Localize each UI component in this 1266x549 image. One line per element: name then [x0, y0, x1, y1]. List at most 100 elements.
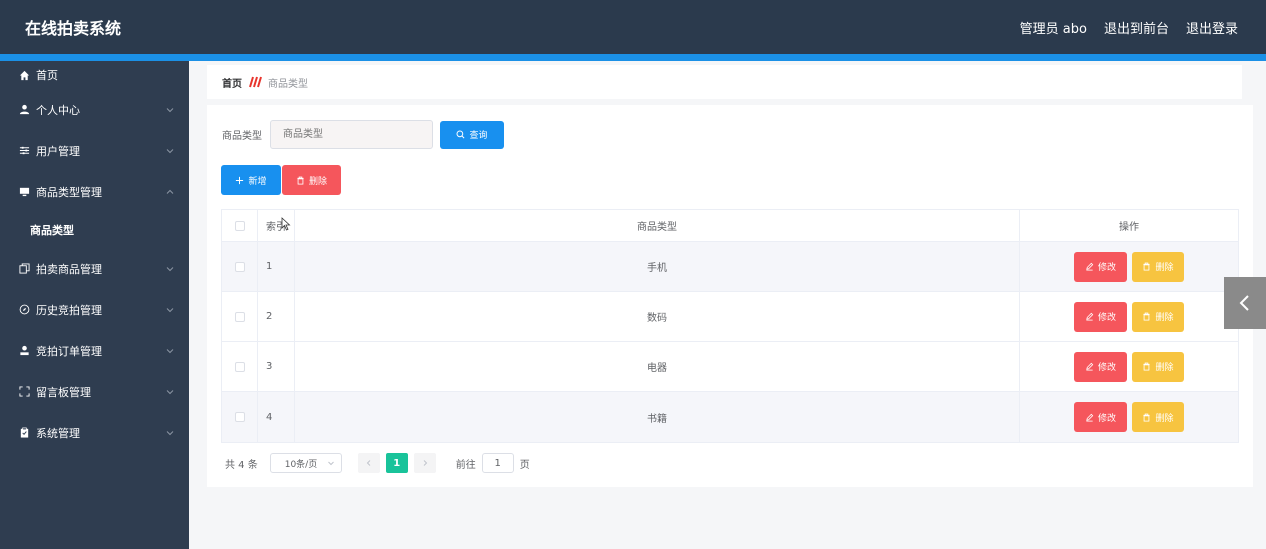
sidebar-item-auction-goods[interactable]: 拍卖商品管理: [0, 248, 189, 289]
row-delete-button[interactable]: 删除: [1132, 351, 1184, 382]
search-button[interactable]: 查询: [440, 120, 504, 149]
row-type: 手机: [295, 242, 1020, 291]
sidebar-item-label: 系统管理: [36, 426, 80, 440]
row-type: 书籍: [295, 392, 1020, 442]
row-index: 2: [258, 292, 295, 341]
breadcrumb-current: 商品类型: [268, 78, 308, 90]
row-checkbox[interactable]: [234, 361, 245, 372]
table-header: 索引 商品类型 操作: [222, 210, 1238, 242]
chevron-down-icon: [166, 430, 174, 435]
logout-link[interactable]: 退出登录: [1186, 18, 1238, 37]
next-page-button[interactable]: [413, 453, 436, 473]
chevron-down-icon: [327, 461, 334, 466]
user-icon: [18, 104, 30, 116]
sidebar-item-profile[interactable]: 个人中心: [0, 89, 189, 130]
prev-page-button[interactable]: [357, 453, 380, 473]
row-index: 4: [258, 392, 295, 442]
side-panel-toggle[interactable]: [1224, 277, 1266, 329]
edit-button[interactable]: 修改: [1074, 251, 1127, 282]
row-delete-button[interactable]: 删除: [1132, 402, 1184, 432]
edit-button[interactable]: 修改: [1074, 301, 1127, 332]
chevron-down-icon: [166, 148, 174, 153]
clipboard-icon: [18, 427, 30, 439]
admin-user-label: 管理员 abo: [1019, 21, 1087, 37]
header-accent-strip: [0, 54, 1266, 61]
top-bar: 在线拍卖系统 管理员 abo 退出到前台 退出登录: [0, 0, 1266, 54]
sidebar-item-label: 商品类型: [30, 224, 74, 237]
search-label: 商品类型: [222, 131, 262, 142]
row-checkbox[interactable]: [234, 261, 245, 272]
breadcrumb: 首页 商品类型: [207, 65, 1242, 99]
chevron-down-icon: [166, 389, 174, 394]
home-icon: [18, 69, 30, 81]
category-search-input[interactable]: [270, 120, 433, 149]
sidebar-item-system[interactable]: 系统管理: [0, 412, 189, 453]
sidebar-item-home[interactable]: 首页: [0, 61, 189, 89]
back-to-front-link[interactable]: 退出到前台: [1104, 18, 1169, 37]
chevron-up-icon: [166, 189, 174, 194]
add-button-label: 新增: [248, 176, 267, 187]
sidebar-item-label: 竞拍订单管理: [36, 344, 102, 358]
content-panel: 商品类型 查询 新增 删除 索引 商品类型 操作: [207, 105, 1253, 487]
trash-icon: [1143, 262, 1151, 271]
table-row: 3 电器 修改 删除: [222, 342, 1238, 392]
category-table: 索引 商品类型 操作 1 手机 修改 删除 2 数码 修改 删除 3 电器 修改…: [221, 209, 1239, 443]
chevron-down-icon: [166, 307, 174, 312]
page-unit-label: 页: [519, 459, 530, 471]
fullscreen-icon: [18, 386, 30, 398]
sidebar-item-category-mgmt[interactable]: 商品类型管理: [0, 171, 189, 212]
table-row: 4 书籍 修改 删除: [222, 392, 1238, 442]
header-ops: 操作: [1119, 222, 1139, 233]
sidebar-item-label: 首页: [36, 69, 58, 82]
sidebar-item-label: 留言板管理: [36, 385, 91, 399]
total-count: 共 4 条: [225, 459, 258, 471]
sidebar-item-label: 拍卖商品管理: [36, 262, 102, 276]
sidebar-item-guestbook[interactable]: 留言板管理: [0, 371, 189, 412]
goto-page-input[interactable]: [481, 453, 514, 473]
row-index: 1: [258, 242, 295, 291]
edit-button[interactable]: 修改: [1074, 402, 1127, 432]
row-index: 3: [258, 342, 295, 391]
person-icon: [18, 345, 30, 357]
row-checkbox[interactable]: [234, 311, 245, 322]
table-row: 1 手机 修改 删除: [222, 242, 1238, 292]
app-title: 在线拍卖系统: [25, 19, 122, 38]
copy-icon: [18, 263, 30, 275]
row-checkbox[interactable]: [234, 412, 245, 422]
select-all-checkbox[interactable]: [234, 220, 245, 231]
search-button-label: 查询: [469, 131, 488, 141]
edit-button[interactable]: 修改: [1074, 351, 1127, 382]
row-delete-button[interactable]: 删除: [1132, 251, 1184, 282]
page-number-current[interactable]: 1: [385, 453, 408, 473]
table-row: 2 数码 修改 删除: [222, 292, 1238, 342]
sidebar-item-history[interactable]: 历史竞拍管理: [0, 289, 189, 330]
sidebar-item-users[interactable]: 用户管理: [0, 130, 189, 171]
row-delete-button[interactable]: 删除: [1132, 301, 1184, 332]
search-icon: [456, 130, 465, 139]
trash-icon: [297, 176, 304, 185]
batch-delete-button[interactable]: 删除: [282, 165, 341, 195]
edit-icon: [1086, 413, 1094, 422]
breadcrumb-home[interactable]: 首页: [222, 75, 242, 90]
chevron-down-icon: [166, 348, 174, 353]
row-type: 数码: [295, 292, 1020, 341]
monitor-icon: [18, 186, 30, 198]
sidebar-item-label: 个人中心: [36, 103, 80, 117]
header-type: 商品类型: [295, 210, 1020, 241]
add-button[interactable]: 新增: [221, 165, 281, 195]
plus-icon: [236, 176, 244, 184]
goto-label: 前往: [455, 459, 476, 471]
chevron-down-icon: [166, 266, 174, 271]
edit-icon: [1086, 262, 1094, 271]
sidebar-item-orders[interactable]: 竞拍订单管理: [0, 330, 189, 371]
mouse-cursor-icon: [281, 217, 291, 231]
trash-icon: [1143, 312, 1151, 321]
compass-icon: [18, 304, 30, 316]
pagination: 共 4 条 10条/页 1 前往 页: [225, 453, 530, 473]
chevron-right-icon: [423, 460, 427, 466]
main-content: 首页 商品类型 商品类型 查询 新增 删除 索引: [189, 61, 1266, 549]
header-actions: 管理员 abo 退出到前台 退出登录: [1020, 18, 1238, 37]
sidebar-item-category[interactable]: 商品类型: [0, 212, 189, 248]
page-size-select[interactable]: 10条/页: [269, 453, 342, 473]
trash-icon: [1143, 362, 1151, 371]
